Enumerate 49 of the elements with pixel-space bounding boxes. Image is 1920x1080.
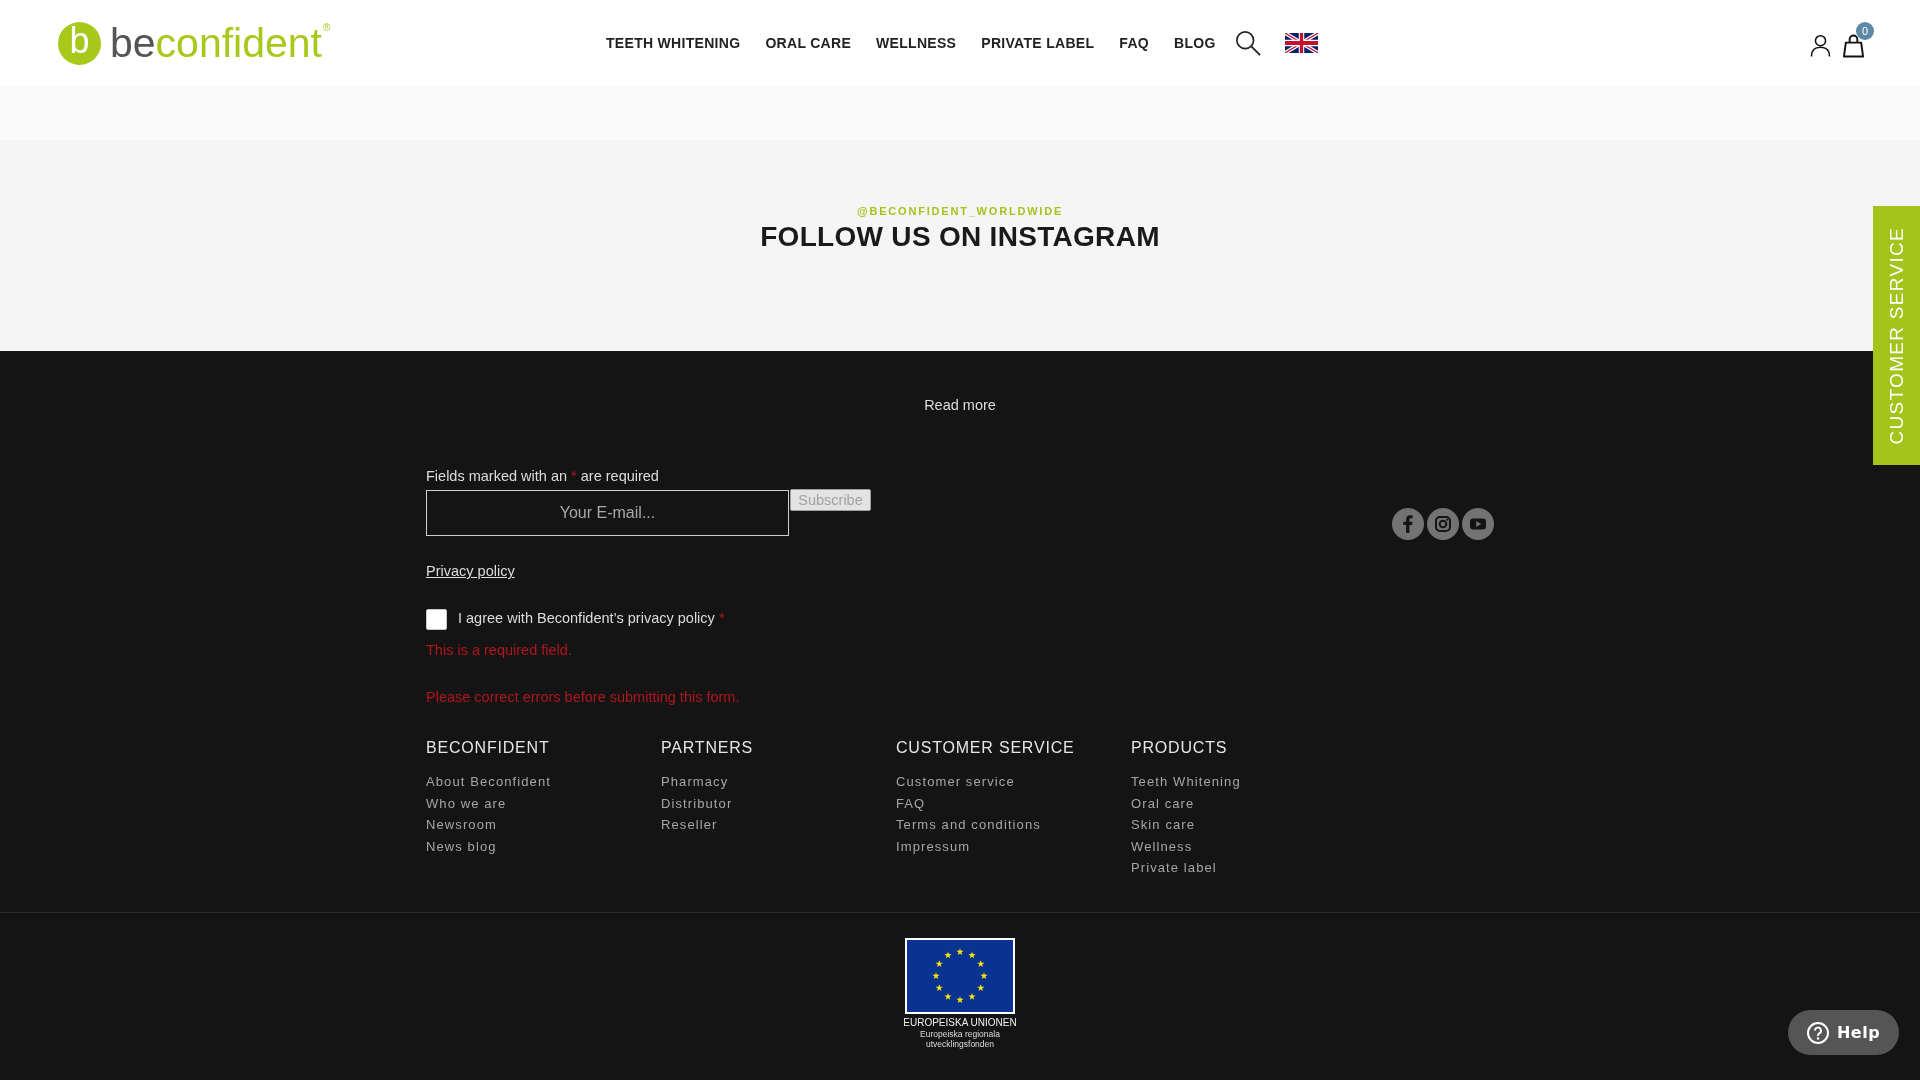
nav-link[interactable]: TEETH WHITENING [606,35,741,51]
help-button[interactable]: Help [1788,1010,1899,1055]
footer-link[interactable]: News blog [426,835,497,857]
footer-link[interactable]: FAQ [896,792,926,814]
footer-link[interactable]: Skin care [1131,814,1196,836]
footer-heading: PARTNERS [661,738,754,758]
facebook-icon[interactable] [1392,508,1424,540]
nav-link[interactable]: ORAL CARE [765,35,852,51]
eu-fund-subtitle: Europeiska regionala utvecklingsfonden [920,1028,1000,1050]
required-note: Fields marked with an * are required [426,467,659,485]
footer-link[interactable]: Private label [1131,857,1217,879]
form-error-message: Please correct errors before submitting this form. [426,688,740,706]
cart-count-badge: 0 [1856,21,1874,40]
footer-heading: BECONFIDENT [426,738,550,758]
section-title: FOLLOW US ON INSTAGRAM [760,220,1160,254]
search-icon[interactable] [1234,30,1261,56]
footer-heading: PRODUCTS [1131,738,1228,758]
footer-link[interactable]: Wellness [1131,835,1193,857]
read-more-link[interactable]: Read more [924,396,996,414]
nav-link[interactable]: FAQ [1119,35,1149,51]
consent-checkbox[interactable] [426,609,447,630]
question-icon [1806,1021,1829,1044]
field-error-message: This is a required field. [426,641,572,659]
footer-link[interactable]: Customer service [896,771,1015,793]
eu-fund-title: EUROPEISKA UNIONEN [903,1016,1017,1029]
nav-link[interactable]: WELLNESS [876,35,957,51]
eu-flag-icon [905,937,1015,1014]
footer-link[interactable]: Who we are [426,792,507,814]
footer-link[interactable]: Teeth Whitening [1131,771,1241,793]
user-icon[interactable] [1810,33,1831,57]
footer-link[interactable]: Pharmacy [661,771,729,793]
footer-heading: CUSTOMER SERVICE [896,738,1075,758]
privacy-policy-link[interactable]: Privacy policy [426,562,515,580]
instagram-handle: @BECONFIDENT_WORLDWIDE [856,204,1064,218]
nav-link[interactable]: PRIVATE LABEL [981,35,1095,51]
youtube-icon[interactable] [1462,508,1494,540]
uk-flag-icon[interactable] [1284,33,1318,53]
logo[interactable]: b beconfident® [58,21,331,65]
footer-link[interactable]: About Beconfident [426,771,551,793]
footer-link[interactable]: Newsroom [426,814,497,836]
instagram-icon[interactable] [1427,508,1459,540]
footer-link[interactable]: Oral care [1131,792,1195,814]
footer-link[interactable]: Distributor [661,792,733,814]
footer-link[interactable]: Reseller [661,814,718,836]
nav-link[interactable]: BLOG [1174,35,1216,51]
email-field[interactable]: Your E-mail... [426,490,789,536]
footer-link[interactable]: Impressum [896,835,971,857]
consent-label: I agree with Beconfident’s privacy policy * [458,609,725,627]
footer-link[interactable]: Terms and conditions [896,814,1041,836]
